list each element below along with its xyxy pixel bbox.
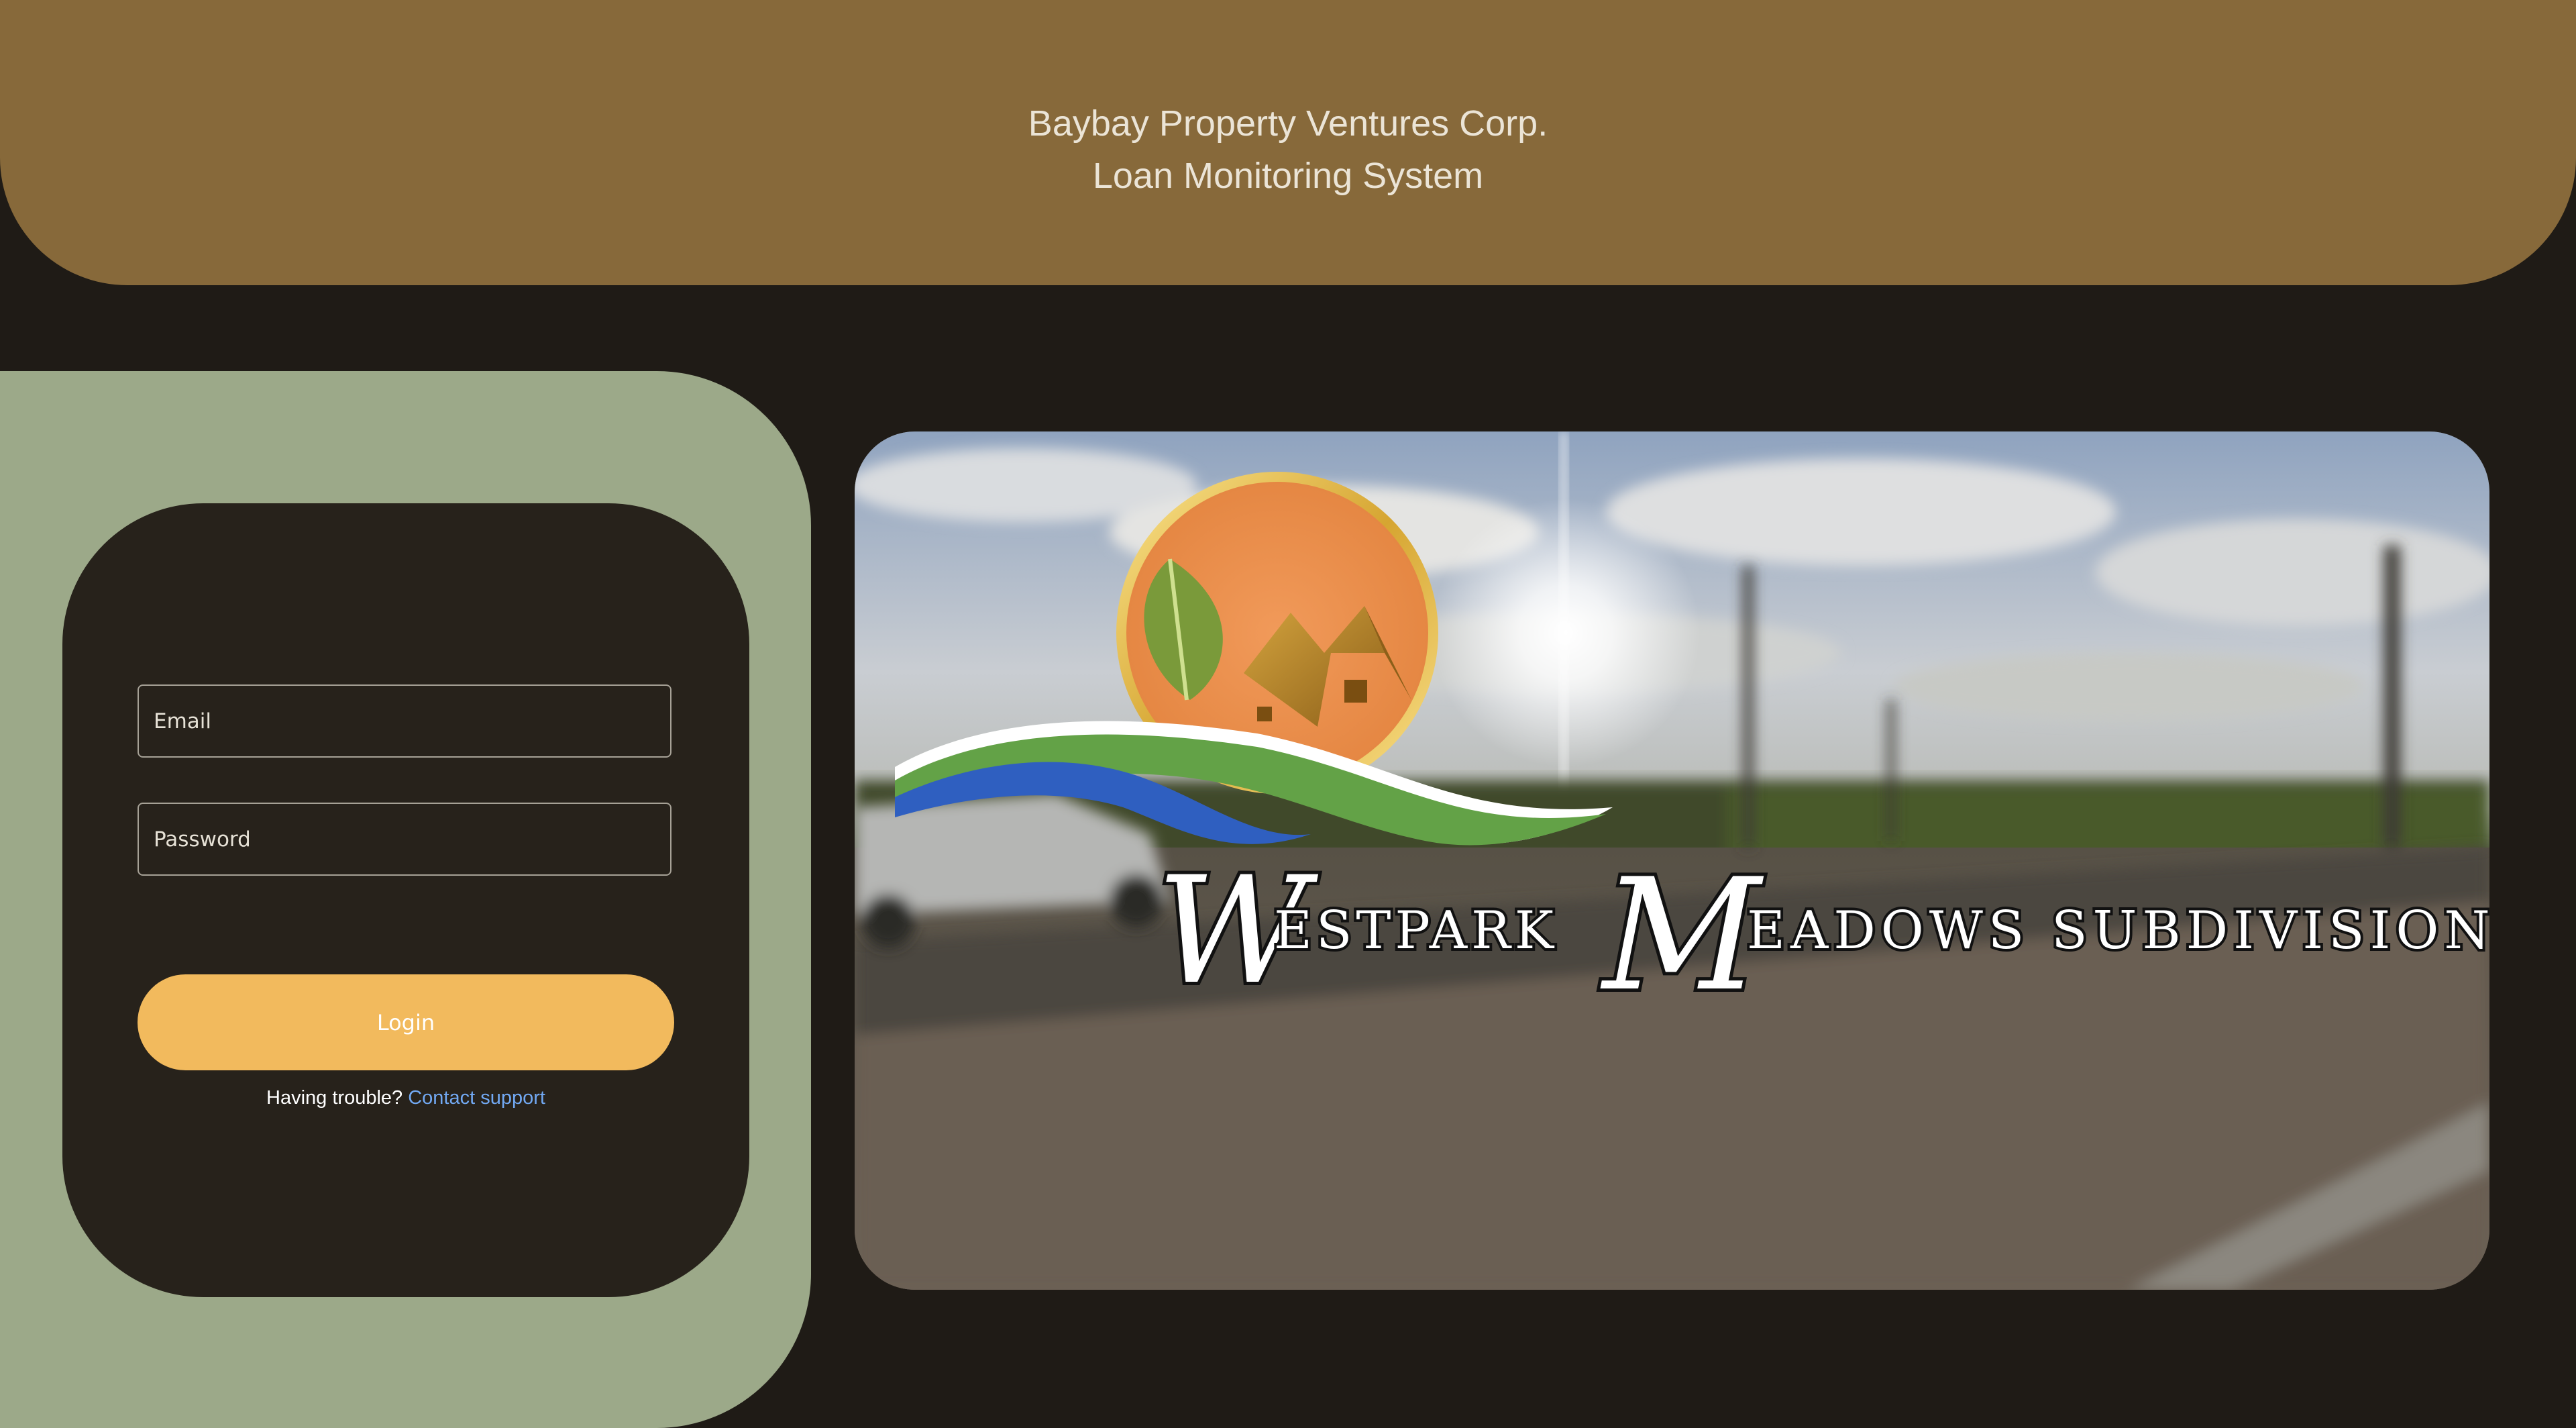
- hero-banner: W ESTPARK M EADOWS SUBDIVISION: [855, 431, 2489, 1290]
- email-input[interactable]: [139, 686, 670, 756]
- logo-initial-m: M: [1600, 846, 1764, 1025]
- password-field[interactable]: [138, 803, 672, 876]
- hero-image: W ESTPARK M EADOWS SUBDIVISION: [855, 431, 2489, 1290]
- contact-support-link[interactable]: Contact support: [408, 1087, 545, 1109]
- login-button[interactable]: Login: [138, 974, 674, 1070]
- logo-word-meadows: EADOWS SUBDIVISION: [1747, 901, 2489, 961]
- login-card: Login Having trouble? Contact support: [62, 503, 749, 1297]
- company-name: Baybay Property Ventures Corp.: [1028, 103, 1548, 144]
- system-title: Loan Monitoring System: [1092, 155, 1484, 196]
- help-line: Having trouble? Contact support: [62, 1087, 749, 1109]
- email-field[interactable]: [138, 684, 672, 758]
- help-text: Having trouble?: [266, 1087, 403, 1109]
- password-input[interactable]: [139, 804, 670, 874]
- app-header: Baybay Property Ventures Corp. Loan Moni…: [0, 0, 2576, 285]
- logo-word-estpark: ESTPARK: [1274, 901, 1558, 961]
